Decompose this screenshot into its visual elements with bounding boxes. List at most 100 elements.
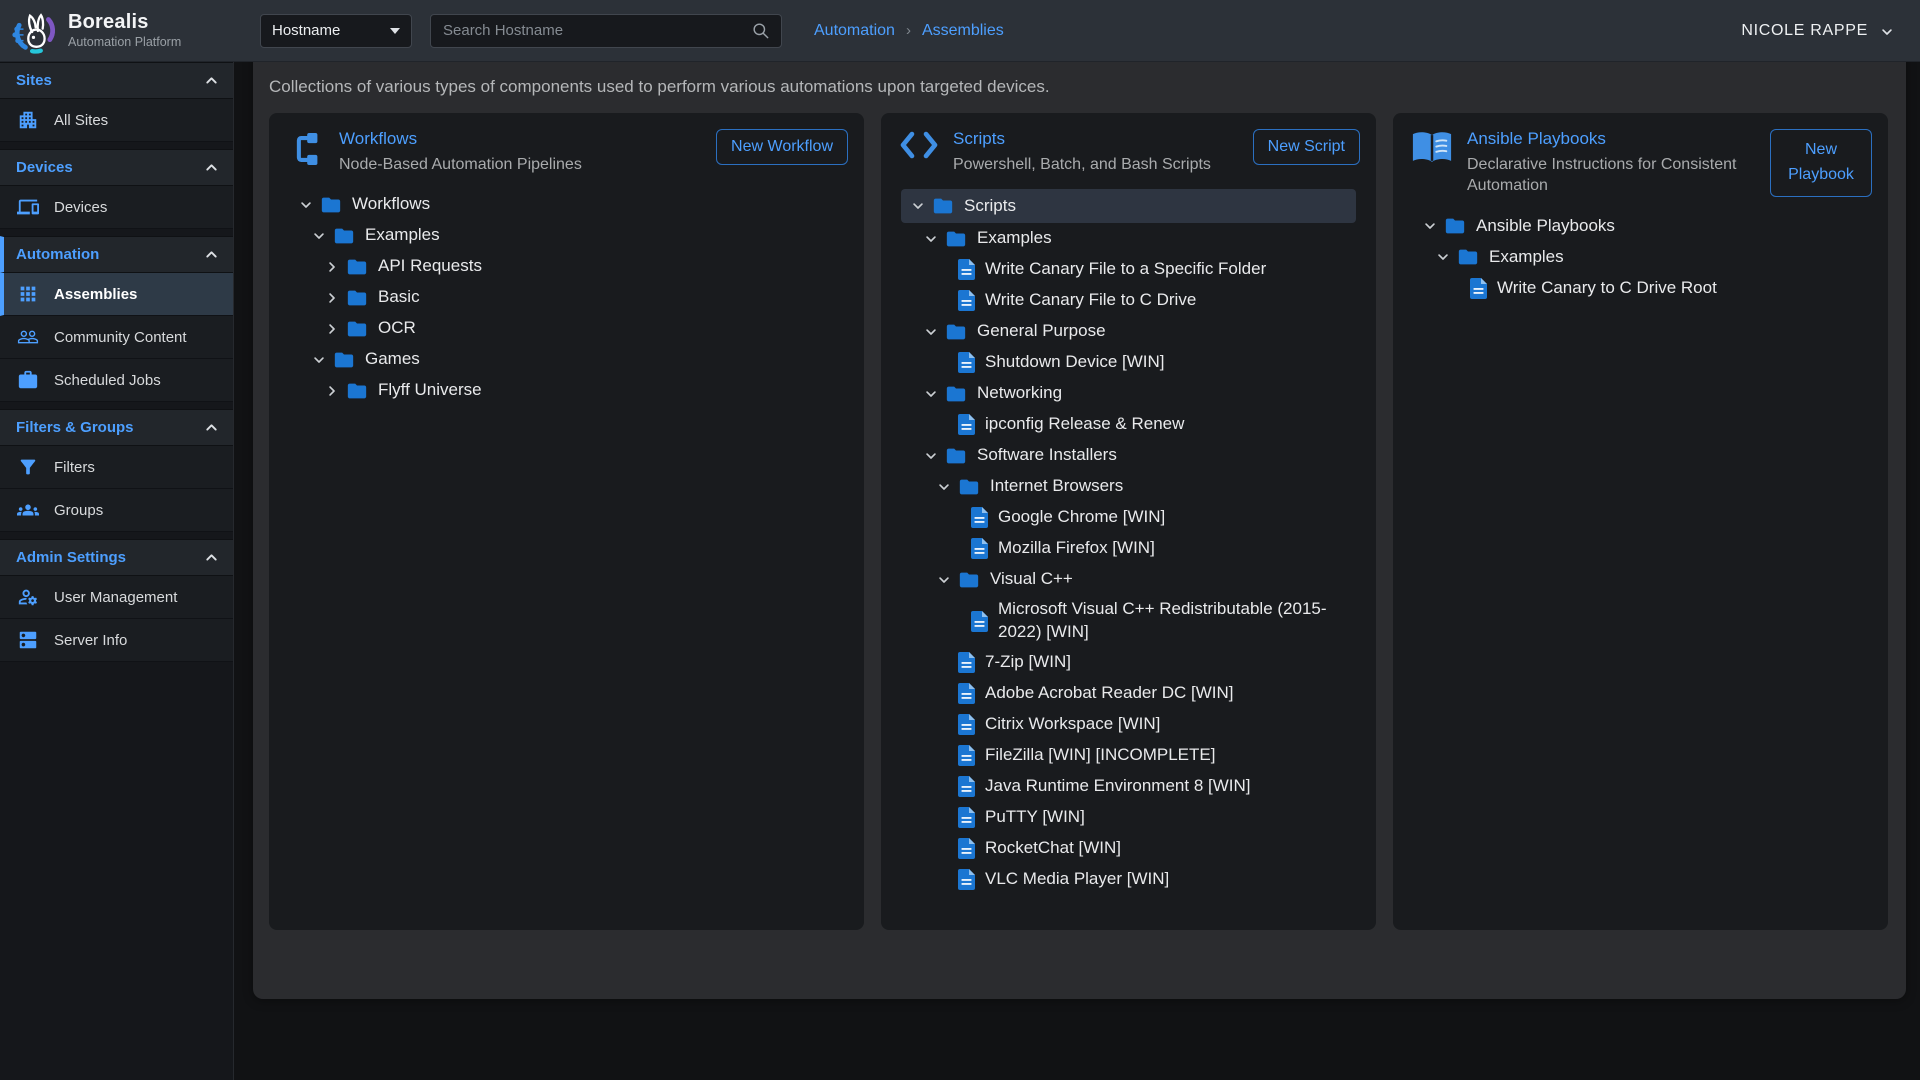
tree-item-label: Write Canary File to a Specific Folder: [985, 255, 1266, 284]
chevron-right-icon[interactable]: [325, 384, 339, 398]
tree-folder-workflows[interactable]: Workflows: [289, 189, 844, 220]
tree-folder-general-purpose[interactable]: General Purpose: [901, 316, 1356, 347]
sidebar-item-devices[interactable]: Devices: [0, 186, 233, 229]
sidebar-item-label: All Sites: [54, 112, 108, 129]
chevron-right-icon[interactable]: [325, 322, 339, 336]
sidebar: Sites All Sites Devices Devices AutomationAs…: [0, 62, 234, 1080]
search-input[interactable]: [441, 21, 751, 40]
user-menu[interactable]: NICOLE RAPPE: [1741, 22, 1894, 40]
tree-item-label: Networking: [977, 379, 1062, 408]
panel-titles: WorkflowsNode-Based Automation Pipelines: [339, 129, 582, 175]
breadcrumb-automation[interactable]: Automation: [814, 22, 895, 40]
file-icon: [958, 776, 975, 797]
sidebar-section-devices: Devices Devices: [0, 149, 233, 229]
sidebar-item-label: Devices: [54, 199, 107, 216]
tree-item-label: General Purpose: [977, 317, 1106, 346]
panel-title: Scripts: [953, 129, 1211, 149]
tree-file-mozilla-firefox-win[interactable]: Mozilla Firefox [WIN]: [901, 533, 1356, 564]
chevron-up-icon: [204, 550, 219, 565]
breadcrumb-assemblies[interactable]: Assemblies: [922, 22, 1004, 40]
tree-folder-software-installers[interactable]: Software Installers: [901, 440, 1356, 471]
tree-item-label: Flyff Universe: [378, 376, 482, 405]
sidebar-item-label: Filters: [54, 459, 95, 476]
folder-icon: [958, 569, 980, 591]
tree-folder-internet-browsers[interactable]: Internet Browsers: [901, 471, 1356, 502]
tree-folder-visual-c[interactable]: Visual C++: [901, 564, 1356, 595]
sidebar-item-assemblies[interactable]: Assemblies: [0, 273, 233, 316]
sidebar-item-filters[interactable]: Filters: [0, 446, 233, 489]
tree-file-google-chrome-win[interactable]: Google Chrome [WIN]: [901, 502, 1356, 533]
tree-folder-scripts[interactable]: Scripts: [901, 189, 1356, 223]
app-logo: Borealis Automation Platform: [0, 8, 234, 54]
new-workflow-button[interactable]: New Workflow: [716, 129, 848, 165]
playbooks-tree: Ansible PlaybooksExamplesWrite Canary to…: [1393, 205, 1888, 324]
chevron-down-icon[interactable]: [924, 325, 938, 339]
chevron-down-icon[interactable]: [937, 480, 951, 494]
tree-folder-networking[interactable]: Networking: [901, 378, 1356, 409]
sidebar-section-header-admin-settings[interactable]: Admin Settings: [0, 539, 233, 576]
tree-folder-examples[interactable]: Examples: [1413, 242, 1868, 273]
tree-file-vlc-media-player-win[interactable]: VLC Media Player [WIN]: [901, 864, 1356, 895]
folder-icon: [346, 256, 368, 278]
new-script-button[interactable]: New Script: [1253, 129, 1360, 165]
chevron-down-icon[interactable]: [924, 449, 938, 463]
sidebar-section-header-sites[interactable]: Sites: [0, 62, 233, 99]
tree-folder-games[interactable]: Games: [289, 344, 844, 375]
chevron-down-icon[interactable]: [299, 198, 313, 212]
tree-file-7-zip-win[interactable]: 7-Zip [WIN]: [901, 647, 1356, 678]
chevron-down-icon[interactable]: [1436, 250, 1450, 264]
tree-file-shutdown-device-win[interactable]: Shutdown Device [WIN]: [901, 347, 1356, 378]
server-icon: [17, 629, 39, 651]
chevron-down-icon[interactable]: [1423, 219, 1437, 233]
new-playbook-button[interactable]: New Playbook: [1770, 129, 1872, 197]
tree-folder-flyff-universe[interactable]: Flyff Universe: [289, 375, 844, 406]
chevron-down-icon[interactable]: [312, 229, 326, 243]
file-icon: [971, 507, 988, 528]
tree-folder-ansible-playbooks[interactable]: Ansible Playbooks: [1413, 211, 1868, 242]
tree-file-java-runtime-environment-8-win[interactable]: Java Runtime Environment 8 [WIN]: [901, 771, 1356, 802]
sidebar-section-sites: Sites All Sites: [0, 62, 233, 142]
tree-file-write-canary-to-c-drive-root[interactable]: Write Canary to C Drive Root: [1413, 273, 1868, 304]
tree-file-putty-win[interactable]: PuTTY [WIN]: [901, 802, 1356, 833]
tree-file-write-canary-file-to-c-drive[interactable]: Write Canary File to C Drive: [901, 285, 1356, 316]
chevron-right-icon[interactable]: [325, 260, 339, 274]
sidebar-item-server-info[interactable]: Server Info: [0, 619, 233, 662]
sidebar-section-header-automation[interactable]: Automation: [0, 236, 233, 273]
sidebar-item-all-sites[interactable]: All Sites: [0, 99, 233, 142]
sidebar-section-header-filters-groups[interactable]: Filters & Groups: [0, 409, 233, 446]
tree-file-ipconfig-release-renew[interactable]: ipconfig Release & Renew: [901, 409, 1356, 440]
chevron-down-icon[interactable]: [924, 387, 938, 401]
hostname-dropdown[interactable]: Hostname: [260, 14, 412, 48]
tree-file-write-canary-file-to-a-specific-folder[interactable]: Write Canary File to a Specific Folder: [901, 254, 1356, 285]
panel-workflows-header: WorkflowsNode-Based Automation Pipelines…: [269, 113, 864, 183]
sidebar-section-header-devices[interactable]: Devices: [0, 149, 233, 186]
tree-folder-examples[interactable]: Examples: [289, 220, 844, 251]
chevron-down-icon[interactable]: [911, 199, 925, 213]
tree-folder-basic[interactable]: Basic: [289, 282, 844, 313]
sidebar-item-scheduled-jobs[interactable]: Scheduled Jobs: [0, 359, 233, 402]
tree-file-adobe-acrobat-reader-dc-win[interactable]: Adobe Acrobat Reader DC [WIN]: [901, 678, 1356, 709]
tree-file-microsoft-visual-c-redistributable-2015-2022-win[interactable]: Microsoft Visual C++ Redistributable (20…: [901, 595, 1356, 647]
tree-folder-api-requests[interactable]: API Requests: [289, 251, 844, 282]
chevron-down-icon[interactable]: [924, 232, 938, 246]
sidebar-item-groups[interactable]: Groups: [0, 489, 233, 532]
tree-folder-examples[interactable]: Examples: [901, 223, 1356, 254]
folder-icon: [945, 383, 967, 405]
sidebar-section-filters-groups: Filters & Groups Filters Groups: [0, 409, 233, 532]
sidebar-item-user-management[interactable]: User Management: [0, 576, 233, 619]
tree-folder-ocr[interactable]: OCR: [289, 313, 844, 344]
sidebar-section-admin-settings: Admin SettingsUser Management Server Info: [0, 539, 233, 662]
user-gear-icon: [17, 586, 39, 608]
file-icon: [958, 259, 975, 280]
tree-item-label: Write Canary File to C Drive: [985, 286, 1196, 315]
chevron-down-icon[interactable]: [312, 353, 326, 367]
tree-file-citrix-workspace-win[interactable]: Citrix Workspace [WIN]: [901, 709, 1356, 740]
chevron-down-icon[interactable]: [937, 573, 951, 587]
chevron-right-icon[interactable]: [325, 291, 339, 305]
tree-file-rocketchat-win[interactable]: RocketChat [WIN]: [901, 833, 1356, 864]
sidebar-item-community-content[interactable]: Community Content: [0, 316, 233, 359]
file-icon: [958, 414, 975, 435]
tree-file-filezilla-win-incomplete[interactable]: FileZilla [WIN] [INCOMPLETE]: [901, 740, 1356, 771]
sidebar-item-label: Server Info: [54, 632, 127, 649]
sidebar-item-label: Community Content: [54, 329, 187, 346]
